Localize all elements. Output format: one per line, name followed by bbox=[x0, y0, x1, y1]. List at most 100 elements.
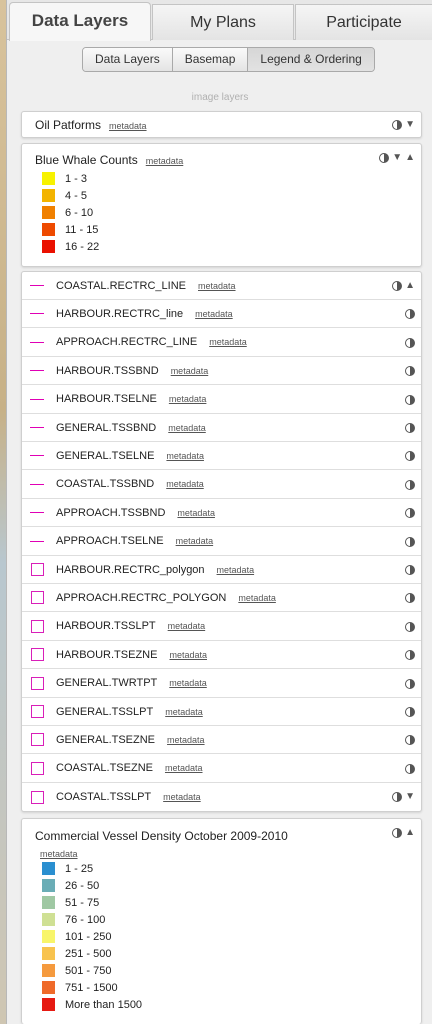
opacity-icon[interactable] bbox=[405, 508, 415, 519]
polygon-symbol-icon bbox=[31, 648, 44, 662]
metadata-link[interactable]: metadata bbox=[146, 156, 184, 166]
layer-blue-whale-counts: Blue Whale Counts metadata ▼ ▲ 1 - 3 4 - … bbox=[21, 143, 422, 267]
layer-row: COASTAL.TSEZNE metadata bbox=[22, 755, 421, 783]
arrow-down-icon[interactable]: ▼ bbox=[392, 153, 402, 163]
opacity-icon[interactable] bbox=[405, 565, 415, 575]
legend-label: 51 - 75 bbox=[65, 896, 100, 909]
opacity-icon[interactable] bbox=[405, 479, 415, 490]
metadata-link[interactable]: metadata bbox=[217, 565, 255, 575]
line-symbol-icon bbox=[30, 341, 44, 343]
opacity-icon[interactable] bbox=[405, 536, 415, 547]
polygon-symbol-icon bbox=[31, 563, 44, 576]
metadata-link[interactable]: metadata bbox=[167, 735, 205, 745]
legend-label: 76 - 100 bbox=[65, 913, 106, 926]
metadata-link[interactable]: metadata bbox=[195, 309, 233, 319]
opacity-icon[interactable] bbox=[405, 309, 415, 320]
metadata-link[interactable]: metadata bbox=[163, 792, 201, 802]
arrow-up-icon[interactable]: ▲ bbox=[405, 828, 415, 838]
legend-item: 26 - 50 bbox=[42, 877, 142, 894]
legend-label: 1 - 25 bbox=[65, 862, 94, 875]
legend-label: 751 - 1500 bbox=[65, 981, 118, 994]
opacity-icon[interactable] bbox=[405, 451, 415, 462]
layer-title: Blue Whale Counts bbox=[35, 153, 138, 167]
opacity-icon[interactable] bbox=[392, 792, 403, 803]
layer-name: HARBOUR.TSSBND bbox=[56, 364, 159, 377]
legend-item: 1 - 3 bbox=[42, 170, 99, 187]
polygon-symbol-icon bbox=[31, 619, 44, 633]
legend-item: More than 1500 bbox=[42, 996, 142, 1013]
legend-item: 1 - 25 bbox=[42, 860, 142, 877]
layer-name: APPROACH.TSSBND bbox=[56, 506, 166, 519]
legend-label: 101 - 250 bbox=[65, 930, 112, 943]
metadata-link[interactable]: metadata bbox=[109, 121, 147, 131]
opacity-icon[interactable] bbox=[405, 366, 415, 377]
layer-row: HARBOUR.TSEZNE metadata bbox=[22, 641, 421, 670]
opacity-icon[interactable] bbox=[405, 763, 415, 774]
opacity-icon[interactable] bbox=[392, 281, 403, 291]
legend-item: 101 - 250 bbox=[42, 928, 142, 945]
layer-controls bbox=[405, 451, 415, 462]
legend-swatch bbox=[42, 172, 55, 185]
metadata-link[interactable]: metadata bbox=[165, 707, 203, 717]
layer-title: Oil Patforms bbox=[35, 118, 102, 132]
metadata-link[interactable]: metadata bbox=[177, 508, 215, 518]
metadata-link[interactable]: metadata bbox=[238, 593, 276, 603]
metadata-link[interactable]: metadata bbox=[166, 479, 204, 489]
subtab-data-layers[interactable]: Data Layers bbox=[83, 48, 173, 71]
arrow-down-icon[interactable]: ▼ bbox=[405, 792, 415, 802]
layer-row: APPROACH.RECTRC_LINE metadata bbox=[22, 329, 421, 357]
opacity-icon[interactable] bbox=[405, 423, 415, 433]
opacity-icon[interactable] bbox=[405, 650, 415, 661]
subtab-basemap[interactable]: Basemap bbox=[172, 48, 249, 71]
layer-name: APPROACH.RECTRC_POLYGON bbox=[56, 591, 227, 604]
tab-my-plans[interactable]: My Plans bbox=[152, 4, 294, 40]
tab-data-layers[interactable]: Data Layers bbox=[9, 2, 151, 41]
opacity-icon[interactable] bbox=[392, 120, 403, 130]
arrow-up-icon[interactable]: ▲ bbox=[405, 153, 415, 163]
arrow-up-icon[interactable]: ▲ bbox=[405, 281, 415, 291]
metadata-link[interactable]: metadata bbox=[168, 621, 206, 631]
line-symbol-icon bbox=[30, 313, 44, 315]
legend-swatch bbox=[42, 862, 55, 875]
tab-participate[interactable]: Participate bbox=[295, 4, 432, 40]
metadata-link[interactable]: metadata bbox=[40, 849, 78, 859]
metadata-link[interactable]: metadata bbox=[209, 337, 247, 347]
opacity-icon[interactable] bbox=[392, 828, 403, 838]
opacity-icon[interactable] bbox=[405, 621, 415, 632]
arrow-down-icon[interactable]: ▼ bbox=[405, 120, 415, 130]
opacity-icon[interactable] bbox=[405, 678, 415, 689]
metadata-link[interactable]: metadata bbox=[198, 281, 236, 291]
metadata-link[interactable]: metadata bbox=[171, 366, 209, 376]
layer-controls bbox=[405, 707, 415, 717]
layer-controls bbox=[405, 650, 415, 661]
layer-controls bbox=[405, 423, 415, 433]
opacity-icon[interactable] bbox=[405, 337, 415, 348]
metadata-link[interactable]: metadata bbox=[169, 650, 207, 660]
layer-row: HARBOUR.RECTRC_line metadata bbox=[22, 300, 421, 329]
line-symbol-icon bbox=[30, 398, 44, 400]
metadata-link[interactable]: metadata bbox=[169, 394, 207, 404]
legend-item: 16 - 22 bbox=[42, 238, 99, 255]
layer-name: HARBOUR.TSEZNE bbox=[56, 648, 158, 661]
metadata-link[interactable]: metadata bbox=[165, 763, 203, 773]
legend-label: 26 - 50 bbox=[65, 879, 100, 892]
metadata-link[interactable]: metadata bbox=[169, 678, 207, 688]
metadata-link[interactable]: metadata bbox=[166, 451, 204, 461]
line-symbol-icon bbox=[30, 512, 44, 514]
layer-name: APPROACH.TSELNE bbox=[56, 535, 164, 548]
metadata-link[interactable]: metadata bbox=[176, 536, 214, 546]
opacity-icon[interactable] bbox=[405, 735, 415, 746]
opacity-icon[interactable] bbox=[405, 593, 415, 604]
opacity-icon[interactable] bbox=[405, 707, 415, 717]
legend-item: 4 - 5 bbox=[42, 187, 99, 204]
legend-swatch bbox=[42, 879, 55, 892]
subtab-legend-ordering[interactable]: Legend & Ordering bbox=[248, 48, 374, 71]
opacity-icon[interactable] bbox=[405, 394, 415, 405]
opacity-icon[interactable] bbox=[379, 153, 390, 163]
metadata-link[interactable]: metadata bbox=[168, 423, 206, 433]
line-symbol-icon bbox=[30, 483, 44, 485]
layer-row: GENERAL.TSSLPT metadata bbox=[22, 698, 421, 726]
layer-vessel-density: Commercial Vessel Density October 2009-2… bbox=[21, 818, 422, 1024]
layer-name: COASTAL.TSSBND bbox=[56, 478, 155, 491]
legend-item: 501 - 750 bbox=[42, 962, 142, 979]
